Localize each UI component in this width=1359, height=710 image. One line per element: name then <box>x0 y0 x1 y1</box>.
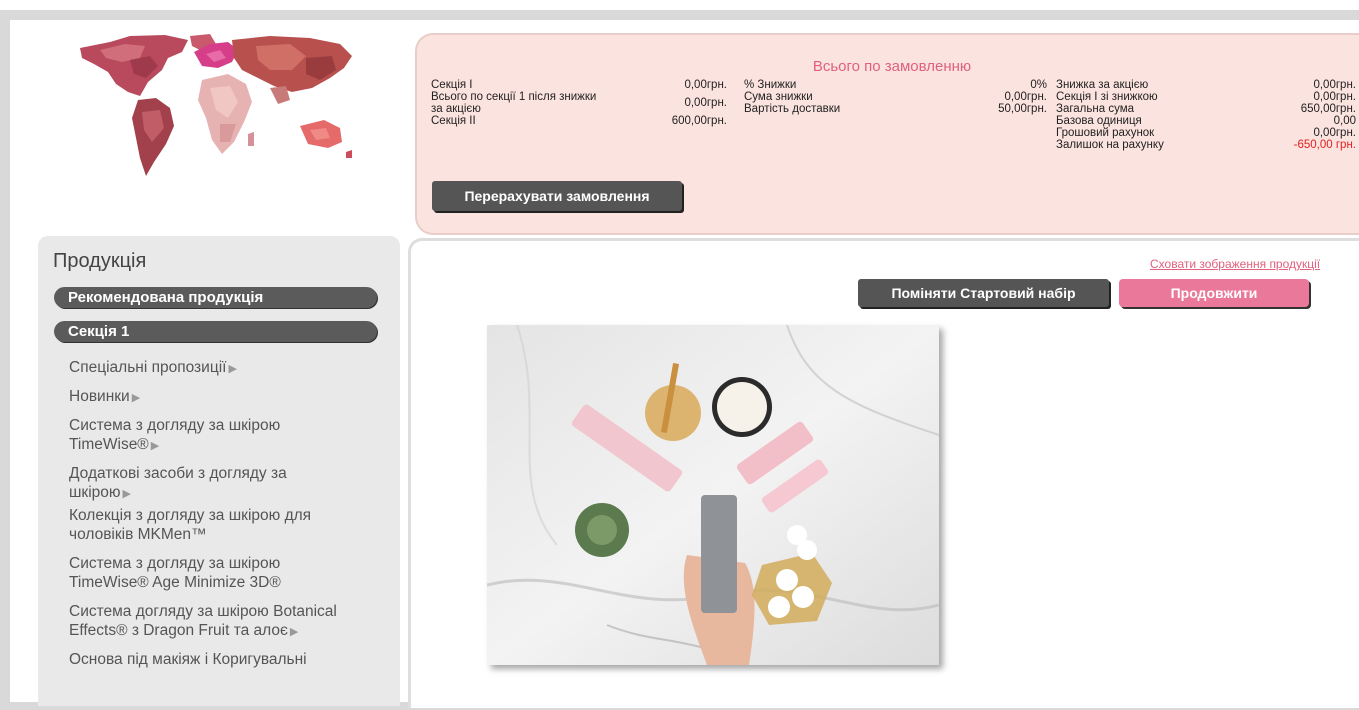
summary-label: Всього по секції 1 після знижки за акціє… <box>431 91 597 115</box>
sidebar-item-botanical-effects[interactable]: Система догляду за шкірою Botanical Effe… <box>69 602 359 642</box>
chevron-right-icon: ▶ <box>289 626 299 638</box>
sidebar-item-timewise[interactable]: Система з догляду за шкірою TimeWise® ▶ <box>69 416 329 456</box>
summary-row: Базова одиниця 0,00 <box>1056 115 1356 127</box>
sidebar-item-label: Спеціальні пропозиції <box>69 359 227 376</box>
summary-value: 0,00грн. <box>1313 91 1356 103</box>
sidebar-item-mkmen[interactable]: Колекція з догляду за шкірою для чоловік… <box>69 506 359 546</box>
summary-column-2: % Знижки 0% Сума знижки 0,00грн. Вартіст… <box>744 79 1047 115</box>
summary-label: Вартість доставки <box>744 103 841 115</box>
product-image <box>487 325 939 665</box>
summary-row: % Знижки 0% <box>744 79 1047 91</box>
summary-row: Загальна сума 650,00грн. <box>1056 103 1356 115</box>
summary-row: Секція I 0,00грн. <box>431 79 727 91</box>
order-summary-title: Всього по замовленню <box>812 58 972 75</box>
sidebar-item-label: Основа під макіяж і Коригувальні <box>69 651 307 668</box>
sidebar-item-additional-care[interactable]: Додаткові засоби з догляду за шкірою ▶ <box>69 464 339 504</box>
chevron-right-icon: ▶ <box>150 440 160 452</box>
sidebar-item-label: Система з догляду за шкірою TimeWise® <box>69 417 281 453</box>
summary-label: Сума знижки <box>744 91 813 103</box>
summary-value: 0,00грн. <box>684 97 727 109</box>
summary-value: 0,00грн. <box>1313 127 1356 139</box>
summary-label: Знижка за акцією <box>1056 79 1149 91</box>
order-summary-panel: Всього по замовленню Секція I 0,00грн. В… <box>415 33 1359 235</box>
summary-label: Секція I зі знижкою <box>1056 91 1158 103</box>
sidebar-item-label: Новинки <box>69 388 130 405</box>
sidebar-item-new[interactable]: Новинки ▶ <box>69 387 389 408</box>
swap-starter-kit-button[interactable]: Поміняти Стартовий набір <box>858 279 1109 307</box>
recalculate-order-button[interactable]: Перерахувати замовлення <box>432 181 682 211</box>
sidebar-item-section-1[interactable]: Секція 1 <box>54 321 377 342</box>
sidebar-item-recommended[interactable]: Рекомендована продукція <box>54 287 377 308</box>
world-map-logo <box>80 34 352 176</box>
summary-row: Секція II 600,00грн. <box>431 115 727 127</box>
summary-label: Залишок на рахунку <box>1056 139 1164 151</box>
summary-value: 600,00грн. <box>671 115 727 127</box>
summary-label: Загальна сума <box>1056 103 1134 115</box>
sidebar-item-age-minimize[interactable]: Система з догляду за шкірою TimeWise® Ag… <box>69 554 329 594</box>
sidebar-item-special-offers[interactable]: Спеціальні пропозиції ▶ <box>69 358 389 379</box>
sidebar-item-foundation[interactable]: Основа під макіяж і Коригувальні <box>69 650 389 671</box>
summary-label: % Знижки <box>744 79 797 91</box>
sidebar-item-label: Додаткові засоби з догляду за шкірою <box>69 465 287 501</box>
summary-label: Базова одиниця <box>1056 115 1142 127</box>
sidebar-item-label: Колекція з догляду за шкірою для чоловік… <box>69 507 312 543</box>
content-panel: Сховати зображення продукції Поміняти Ст… <box>408 238 1359 708</box>
summary-row: Сума знижки 0,00грн. <box>744 91 1047 103</box>
continue-button[interactable]: Продовжити <box>1119 279 1309 307</box>
hide-images-link[interactable]: Сховати зображення продукції <box>1150 257 1353 271</box>
sidebar-menu: Спеціальні пропозиції ▶ Новинки ▶ Система … <box>69 358 389 679</box>
summary-row: Знижка за акцією 0,00грн. <box>1056 79 1356 91</box>
summary-value: 650,00грн. <box>1300 103 1356 115</box>
summary-value: 0% <box>1030 79 1047 91</box>
summary-column-1: Секція I 0,00грн. Всього по секції 1 піс… <box>431 79 727 127</box>
summary-row: Грошовий рахунок 0,00грн. <box>1056 127 1356 139</box>
summary-value: 0,00грн. <box>1313 79 1356 91</box>
summary-row: Секція I зі знижкою 0,00грн. <box>1056 91 1356 103</box>
summary-value: 0,00грн. <box>1004 91 1047 103</box>
account-balance-value: -650,00 грн. <box>1293 139 1356 151</box>
sidebar-item-label: Система з догляду за шкірою TimeWise® Ag… <box>69 555 281 591</box>
summary-value: 0,00 <box>1333 115 1356 127</box>
summary-column-3: Знижка за акцією 0,00грн. Секція I зі зн… <box>1056 79 1356 151</box>
summary-row: Вартість доставки 50,00грн. <box>744 103 1047 115</box>
chevron-right-icon: ▶ <box>131 392 141 404</box>
summary-label: Секція II <box>431 115 476 127</box>
sidebar-heading: Продукція <box>53 250 147 272</box>
product-sidebar: Продукція Рекомендована продукція Секція… <box>38 236 400 706</box>
summary-row: Всього по секції 1 після знижки за акціє… <box>431 91 727 115</box>
summary-row: Залишок на рахунку -650,00 грн. <box>1056 139 1356 151</box>
summary-label: Грошовий рахунок <box>1056 127 1155 139</box>
chevron-right-icon: ▶ <box>228 363 237 375</box>
summary-value: 50,00грн. <box>998 103 1047 115</box>
summary-label: Секція I <box>431 79 473 91</box>
summary-value: 0,00грн. <box>684 79 727 91</box>
chevron-right-icon: ▶ <box>122 488 131 500</box>
